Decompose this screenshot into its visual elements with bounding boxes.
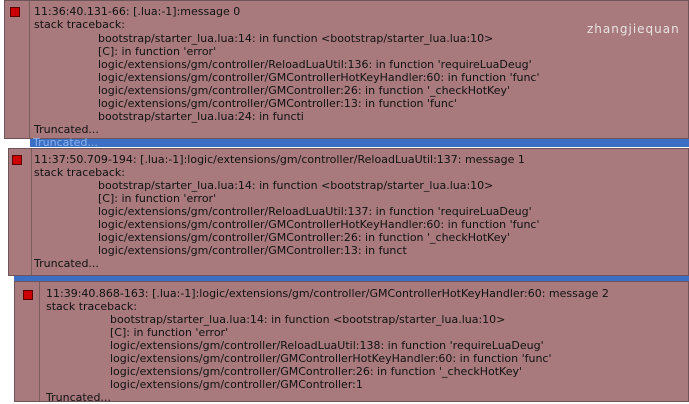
log-line: bootstrap/starter_lua.lua:14: in functio… — [98, 179, 494, 192]
log-entry-gutter — [9, 149, 32, 275]
log-line: [C]: in function 'error' — [98, 45, 217, 58]
log-line: logic/extensions/gm/controller/GMControl… — [98, 244, 407, 257]
log-line: bootstrap/starter_lua.lua:14: in functio… — [98, 32, 494, 45]
log-line: stack traceback: — [46, 300, 137, 313]
log-entry-gutter — [5, 1, 30, 138]
log-entry-0[interactable]: 11:36:40.131-66: [.lua:-1]:message 0 sta… — [4, 0, 689, 139]
underlay-truncated-label: Truncated... — [33, 136, 98, 149]
separator-bar — [30, 139, 689, 147]
log-line: bootstrap/starter_lua.lua:14: in functio… — [110, 313, 506, 326]
log-line: logic/extensions/gm/controller/ReloadLua… — [98, 58, 532, 71]
log-header: 11:36:40.131-66: [.lua:-1]:message 0 — [34, 5, 241, 18]
log-line: bootstrap/starter_lua.lua:24: in functi — [98, 110, 304, 123]
log-line: logic/extensions/gm/controller/ReloadLua… — [110, 339, 544, 352]
log-header: 11:39:40.868-163: [.lua:-1]:logic/extens… — [46, 287, 609, 300]
error-square-icon — [12, 155, 22, 165]
log-line: stack traceback: — [34, 18, 125, 31]
truncated-label: Truncated... — [34, 257, 99, 270]
error-square-icon — [10, 7, 20, 17]
log-line: stack traceback: — [34, 166, 125, 179]
log-line: logic/extensions/gm/controller/GMControl… — [98, 231, 511, 244]
log-line: logic/extensions/gm/controller/GMControl… — [98, 71, 540, 84]
log-entry-2[interactable]: 11:39:40.868-163: [.lua:-1]:logic/extens… — [14, 281, 689, 404]
log-line: logic/extensions/gm/controller/ReloadLua… — [98, 205, 532, 218]
log-line: logic/extensions/gm/controller/GMControl… — [98, 218, 540, 231]
error-square-icon — [23, 290, 33, 300]
watermark: zhangjiequan — [587, 22, 680, 36]
log-line: logic/extensions/gm/controller/GMControl… — [98, 97, 457, 110]
log-line: logic/extensions/gm/controller/GMControl… — [98, 84, 511, 97]
log-line: [C]: in function 'error' — [98, 192, 217, 205]
truncated-label: Truncated... — [46, 391, 111, 404]
log-line: [C]: in function 'error' — [110, 326, 229, 339]
log-header: 11:37:50.709-194: [.lua:-1]:logic/extens… — [34, 153, 525, 166]
log-line: logic/extensions/gm/controller/GMControl… — [110, 378, 363, 391]
log-line: logic/extensions/gm/controller/GMControl… — [110, 352, 552, 365]
log-entry-1[interactable]: 11:37:50.709-194: [.lua:-1]:logic/extens… — [8, 148, 689, 276]
truncated-label: Truncated... — [34, 123, 99, 136]
log-line: logic/extensions/gm/controller/GMControl… — [110, 365, 523, 378]
